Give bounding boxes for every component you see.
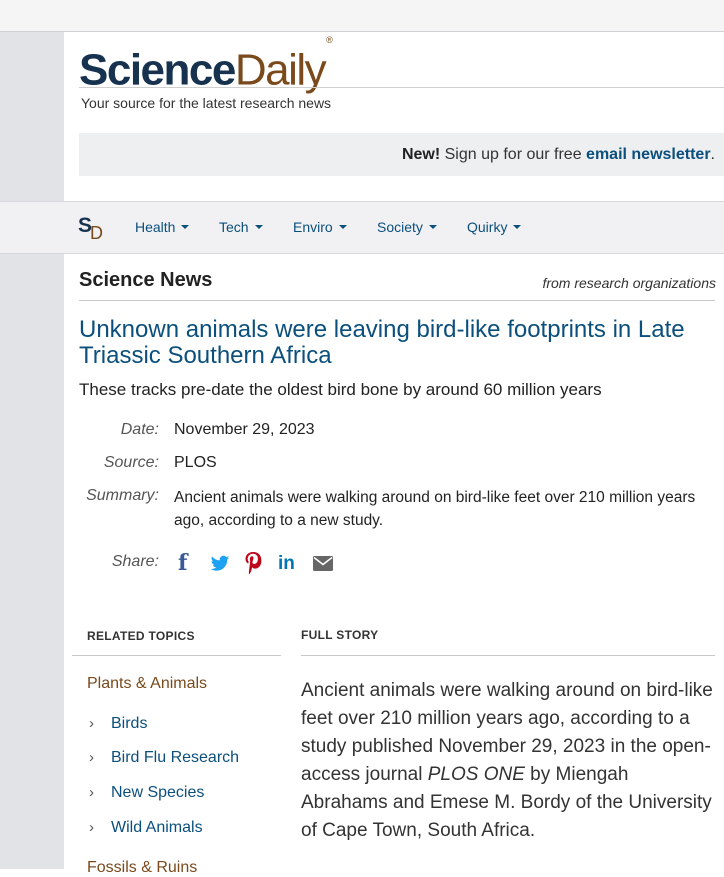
journal-name: PLOS ONE: [427, 764, 525, 785]
email-icon[interactable]: [312, 551, 334, 580]
caret-down-icon: [338, 225, 347, 229]
caret-down-icon: [181, 225, 190, 229]
newsletter-signup-link[interactable]: email newsletter: [586, 146, 711, 163]
nav-logo-d: D: [90, 223, 103, 243]
related-item-label: Birds: [111, 715, 148, 732]
section-divider: [79, 300, 715, 301]
related-item-wild-animals[interactable]: › Wild Animals: [89, 819, 203, 837]
site-logo[interactable]: ScienceDaily®: [79, 35, 333, 97]
newsletter-body: Sign up for our free: [440, 146, 587, 163]
related-item-birds[interactable]: › Birds: [89, 715, 147, 733]
full-story-heading: FULL STORY: [301, 628, 379, 642]
full-story-body: Ancient animals were walking around on b…: [301, 677, 717, 845]
full-story-divider: [301, 655, 715, 656]
article-headline: Unknown animals were leaving bird-like f…: [79, 316, 685, 369]
pinterest-icon[interactable]: [244, 551, 262, 580]
source-label: Source:: [103, 454, 159, 471]
twitter-icon[interactable]: [210, 551, 230, 580]
newsletter-new: New!: [401, 146, 441, 163]
nav-enviro-label: Enviro: [293, 219, 333, 235]
related-item-label: Wild Animals: [111, 819, 203, 836]
section-subtitle: from research organizations: [542, 275, 716, 291]
header-divider: [79, 87, 724, 88]
linkedin-icon[interactable]: in: [278, 551, 295, 577]
nav-health-label: Health: [135, 219, 176, 235]
share-label: Share:: [111, 553, 159, 570]
newsletter-period: .: [710, 146, 715, 163]
related-topics-heading: RELATED TOPICS: [87, 629, 195, 643]
article-date: November 29, 2023: [174, 421, 315, 438]
site-tagline: Your source for the latest research news: [81, 95, 332, 111]
nav-society-dropdown[interactable]: Society: [377, 219, 437, 235]
article-summary: Ancient animals were walking around on b…: [174, 489, 696, 529]
browser-top-strip: [0, 0, 724, 32]
article-source: PLOS: [174, 454, 217, 471]
related-item-label: New Species: [111, 784, 205, 801]
caret-down-icon: [428, 225, 437, 229]
chevron-right-icon: ›: [89, 784, 94, 801]
caret-down-icon: [513, 225, 522, 229]
facebook-icon[interactable]: f: [178, 551, 187, 575]
related-topics-divider: [72, 655, 281, 656]
date-label: Date:: [120, 421, 159, 438]
section-title: Science News: [79, 269, 213, 291]
chevron-right-icon: ›: [89, 715, 94, 732]
chevron-right-icon: ›: [89, 749, 94, 766]
main-nav-bar: S D Health Tech Enviro Society Quirky: [0, 201, 724, 254]
related-item-new-species[interactable]: › New Species: [89, 784, 204, 802]
newsletter-banner: New! Sign up for our free email newslett…: [79, 133, 724, 176]
left-gutter: [0, 32, 64, 201]
summary-label: Summary:: [86, 487, 159, 504]
nav-quirky-label: Quirky: [467, 219, 508, 235]
nav-home-logo[interactable]: S D: [78, 214, 108, 244]
nav-health-dropdown[interactable]: Health: [135, 219, 190, 235]
related-category-plants-animals[interactable]: Plants & Animals: [87, 675, 207, 693]
related-item-label: Bird Flu Research: [111, 749, 240, 766]
related-category-fossils-ruins[interactable]: Fossils & Ruins: [87, 859, 197, 877]
nav-enviro-dropdown[interactable]: Enviro: [293, 219, 347, 235]
left-gutter-lower: [0, 253, 64, 869]
logo-registered-mark: ®: [326, 35, 333, 45]
nav-tech-dropdown[interactable]: Tech: [219, 219, 263, 235]
newsletter-text: New! Sign up for our free email newslett…: [402, 146, 715, 164]
related-item-bird-flu-research[interactable]: › Bird Flu Research: [89, 749, 239, 767]
nav-tech-label: Tech: [219, 219, 249, 235]
chevron-right-icon: ›: [89, 819, 94, 836]
nav-society-label: Society: [377, 219, 423, 235]
caret-down-icon: [254, 225, 263, 229]
article-subheadline: These tracks pre-date the oldest bird bo…: [79, 380, 602, 399]
nav-quirky-dropdown[interactable]: Quirky: [467, 219, 522, 235]
